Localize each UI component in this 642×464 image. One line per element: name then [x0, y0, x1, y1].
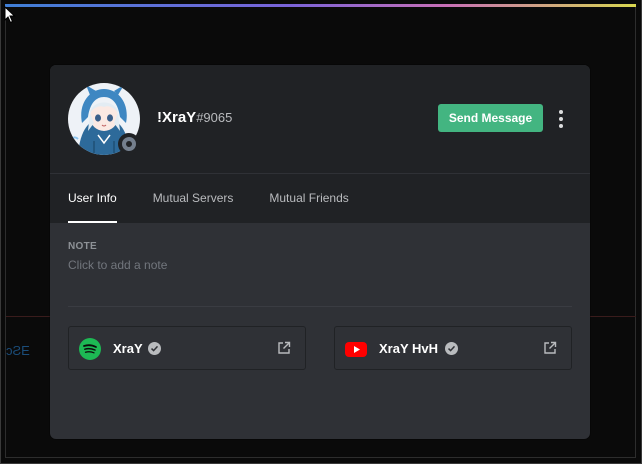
- send-message-button[interactable]: Send Message: [438, 104, 543, 132]
- tab-user-info[interactable]: User Info: [68, 173, 117, 223]
- username-display: !XraY#9065: [157, 109, 232, 126]
- spotify-icon: [79, 338, 101, 360]
- connected-account-youtube: XraY HvH: [334, 326, 572, 370]
- connected-account-spotify: XraY: [68, 326, 306, 370]
- external-link-icon[interactable]: [277, 341, 291, 355]
- tab-mutual-servers[interactable]: Mutual Servers: [153, 173, 234, 223]
- status-indicator: [118, 133, 140, 155]
- tab-mutual-friends[interactable]: Mutual Friends: [269, 173, 348, 223]
- external-link-icon[interactable]: [543, 341, 557, 355]
- more-vertical-icon[interactable]: [550, 106, 572, 132]
- avatar-container: [68, 83, 140, 155]
- username: !XraY: [157, 109, 197, 126]
- note-input[interactable]: Click to add a note: [68, 258, 568, 276]
- note-label: NOTE: [68, 241, 97, 252]
- section-divider: [68, 306, 572, 307]
- youtube-icon: [345, 342, 367, 357]
- profile-tabs: User Info Mutual Servers Mutual Friends: [68, 173, 385, 223]
- verified-icon: [445, 342, 458, 355]
- user-profile-modal: !XraY#9065 Send Message User Info Mutual…: [50, 65, 590, 439]
- profile-header: !XraY#9065 Send Message User Info Mutual…: [50, 65, 590, 223]
- offline-status-icon: [122, 137, 136, 151]
- spotify-account-name: XraY: [113, 341, 143, 356]
- youtube-account-name: XraY HvH: [379, 341, 439, 356]
- mouse-cursor-icon: [4, 6, 16, 24]
- discriminator: #9065: [196, 110, 233, 125]
- verified-icon: [148, 342, 161, 355]
- background-text-fragment: ɔƧЕ: [6, 343, 30, 358]
